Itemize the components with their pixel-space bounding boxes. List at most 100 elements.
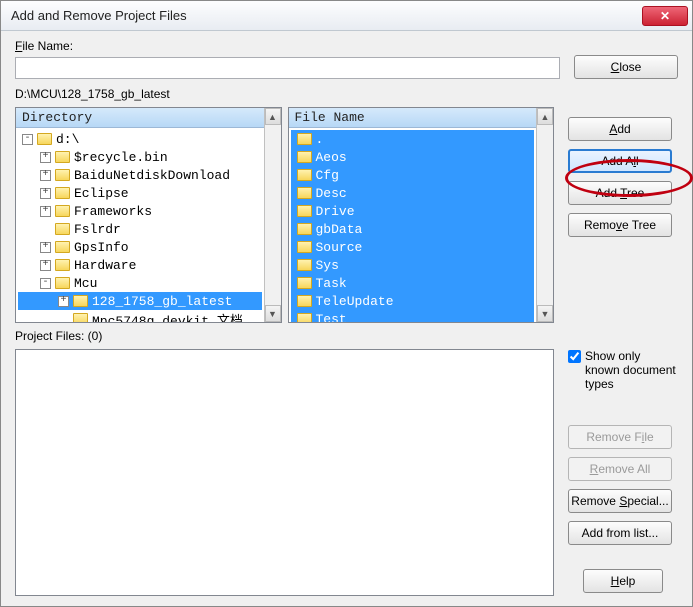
- file-item-label: Test: [316, 312, 347, 323]
- show-known-types-input[interactable]: [568, 350, 581, 363]
- file-item[interactable]: gbData: [291, 220, 535, 238]
- file-item[interactable]: Drive: [291, 202, 535, 220]
- file-item[interactable]: TeleUpdate: [291, 292, 535, 310]
- add-all-button[interactable]: Add All: [568, 149, 672, 173]
- spacer: [58, 314, 69, 323]
- tree-item-label: $recycle.bin: [74, 150, 168, 165]
- window-title: Add and Remove Project Files: [11, 8, 642, 23]
- folder-icon: [37, 133, 52, 145]
- tree-item[interactable]: + Hardware: [18, 256, 262, 274]
- file-item[interactable]: Cfg: [291, 166, 535, 184]
- file-list[interactable]: . Aeos Cfg DescDrive gbData SourceSys Task Tele…: [289, 128, 537, 322]
- tree-item[interactable]: + BaiduNetdiskDownload: [18, 166, 262, 184]
- directory-pane: Directory -d:\+$recycle.bin+BaiduNetdisk…: [16, 108, 264, 322]
- tree-item[interactable]: -Mcu: [18, 274, 262, 292]
- expand-icon[interactable]: +: [40, 152, 51, 163]
- directory-tree[interactable]: - d:\ + $recycle.bin + BaiduNetdiskDownload + E…: [16, 128, 264, 322]
- folder-icon: [55, 187, 70, 199]
- file-item[interactable]: Test: [291, 310, 535, 322]
- tree-item[interactable]: +Frameworks: [18, 202, 262, 220]
- folder-icon: [297, 241, 312, 253]
- tree-item-label: Hardware: [74, 258, 136, 273]
- file-item[interactable]: Task: [291, 274, 535, 292]
- tree-item-label: BaiduNetdiskDownload: [74, 168, 230, 183]
- directory-scrollbar[interactable]: ▲ ▼: [264, 108, 281, 322]
- close-button[interactable]: Close: [574, 55, 678, 79]
- folder-icon: [73, 313, 88, 322]
- current-path-label: D:\MCU\128_1758_gb_latest: [15, 87, 678, 101]
- show-known-types-label: Show only known document types: [585, 349, 678, 391]
- folder-icon: [55, 277, 70, 289]
- scroll-down-icon[interactable]: ▼: [265, 305, 281, 322]
- tree-item[interactable]: - d:\: [18, 130, 262, 148]
- file-item[interactable]: Sys: [291, 256, 535, 274]
- scroll-up-icon[interactable]: ▲: [265, 108, 281, 125]
- folder-icon: [55, 205, 70, 217]
- tree-item-label: 128_1758_gb_latest: [92, 294, 232, 309]
- project-files-label: Project Files: (0): [15, 329, 678, 343]
- folder-icon: [55, 241, 70, 253]
- file-item[interactable]: Aeos: [291, 148, 535, 166]
- folder-icon: [297, 169, 312, 181]
- folder-icon: [297, 277, 312, 289]
- folder-icon: [55, 223, 70, 235]
- remove-file-button[interactable]: Remove File: [568, 425, 672, 449]
- remove-tree-button[interactable]: Remove Tree: [568, 213, 672, 237]
- file-list-header: File Name: [289, 108, 537, 128]
- expand-icon[interactable]: +: [40, 242, 51, 253]
- collapse-icon[interactable]: -: [40, 278, 51, 289]
- file-item[interactable]: Desc: [291, 184, 535, 202]
- tree-item[interactable]: + Eclipse: [18, 184, 262, 202]
- folder-icon: [55, 259, 70, 271]
- expand-icon[interactable]: +: [58, 296, 69, 307]
- add-button[interactable]: Add: [568, 117, 672, 141]
- tree-item[interactable]: + $recycle.bin: [18, 148, 262, 166]
- remove-all-button[interactable]: Remove All: [568, 457, 672, 481]
- collapse-icon[interactable]: -: [22, 134, 33, 145]
- file-name-input[interactable]: [15, 57, 560, 79]
- folder-icon: [297, 259, 312, 271]
- file-item-label: Source: [316, 240, 363, 255]
- content-area: File Name: Close D:\MCU\128_1758_gb_late…: [1, 31, 692, 606]
- expand-icon[interactable]: +: [40, 188, 51, 199]
- file-item[interactable]: .: [291, 130, 535, 148]
- expand-icon[interactable]: +: [40, 170, 51, 181]
- folder-icon: [73, 295, 88, 307]
- tree-item-label: Eclipse: [74, 186, 129, 201]
- tree-item[interactable]: Mpc5748g_devkit 文档: [18, 310, 262, 322]
- file-item-label: Aeos: [316, 150, 347, 165]
- spacer: [40, 224, 51, 235]
- tree-item-label: Fslrdr: [74, 222, 121, 237]
- add-from-list-button[interactable]: Add from list...: [568, 521, 672, 545]
- folder-icon: [297, 133, 312, 145]
- file-item-label: Cfg: [316, 168, 339, 183]
- close-x-icon: ✕: [660, 9, 670, 23]
- tree-item-label: Mpc5748g_devkit 文档: [92, 310, 243, 323]
- tree-item[interactable]: Fslrdr: [18, 220, 262, 238]
- project-files-list[interactable]: [15, 349, 554, 596]
- file-list-scrollbar[interactable]: ▲ ▼: [536, 108, 553, 322]
- window-close-button[interactable]: ✕: [642, 6, 688, 26]
- folder-icon: [297, 295, 312, 307]
- help-button[interactable]: Help: [583, 569, 663, 593]
- scroll-up-icon[interactable]: ▲: [537, 108, 553, 125]
- folder-icon: [55, 169, 70, 181]
- file-item-label: Desc: [316, 186, 347, 201]
- file-item-label: TeleUpdate: [316, 294, 394, 309]
- file-item[interactable]: Source: [291, 238, 535, 256]
- add-tree-button[interactable]: Add Tree: [568, 181, 672, 205]
- file-item-label: Task: [316, 276, 347, 291]
- folder-icon: [297, 151, 312, 163]
- tree-item-label: GpsInfo: [74, 240, 129, 255]
- tree-item-label: d:\: [56, 132, 79, 147]
- expand-icon[interactable]: +: [40, 206, 51, 217]
- tree-item[interactable]: + GpsInfo: [18, 238, 262, 256]
- file-item-label: gbData: [316, 222, 363, 237]
- tree-item[interactable]: +128_1758_gb_latest: [18, 292, 262, 310]
- scroll-down-icon[interactable]: ▼: [537, 305, 553, 322]
- titlebar: Add and Remove Project Files ✕: [1, 1, 692, 31]
- file-item-label: .: [316, 132, 324, 147]
- expand-icon[interactable]: +: [40, 260, 51, 271]
- remove-special-button[interactable]: Remove Special...: [568, 489, 672, 513]
- show-known-types-checkbox[interactable]: Show only known document types: [568, 349, 678, 391]
